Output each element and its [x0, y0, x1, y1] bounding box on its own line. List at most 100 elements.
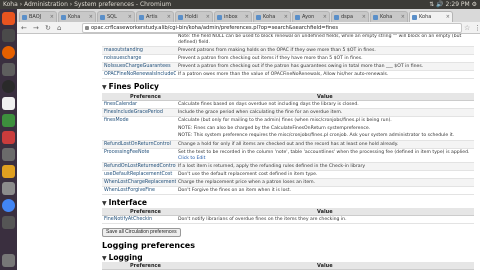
writer-icon[interactable] — [2, 97, 15, 110]
pref-value[interactable]: Don't use the default replacement cost d… — [178, 171, 472, 179]
column-header-value: Value — [317, 209, 333, 215]
tab-strip: BAOJ × Koha × SQL × Artis × Holdi × inbox × Ko… — [17, 9, 480, 22]
pref-value[interactable]: Calculate (but only for mailing to the a… — [178, 117, 472, 125]
files-icon[interactable] — [2, 29, 15, 42]
tab-active[interactable]: Koha × — [409, 11, 453, 22]
pref-value[interactable]: Prevent a patron from checking out items… — [178, 55, 472, 63]
tab-label: Holdi — [185, 14, 198, 20]
pref-row: FineNotifyAtCheckin Don't notify librari… — [102, 216, 474, 224]
pref-value[interactable]: Calculate fines based on days overdue no… — [178, 101, 472, 109]
tab-9[interactable]: Koha × — [370, 11, 408, 22]
obs-icon[interactable] — [2, 80, 15, 93]
pref-name: WhenLostChargeReplacementFee — [104, 180, 176, 185]
close-icon[interactable]: × — [362, 12, 366, 22]
pref-row: WhenLostForgiveFine Don't Forgive the fi… — [102, 187, 474, 195]
pref-row: WhenLostChargeReplacementFee Charge the … — [102, 179, 474, 187]
pref-row: NoIssuesChargeGuarantees Prevent a patro… — [102, 63, 474, 71]
tab-label: Artis — [146, 14, 158, 20]
ubuntu-dash-icon[interactable] — [2, 12, 15, 25]
logging-preferences-heading: Logging preferences — [102, 241, 195, 250]
firefox-icon[interactable] — [2, 46, 15, 59]
calc-icon[interactable] — [2, 114, 15, 127]
pref-name: finesCalendar — [104, 102, 138, 107]
collapse-arrow-icon[interactable]: ▼ — [102, 200, 107, 207]
tab-2[interactable]: SQL × — [97, 11, 135, 22]
tab-8[interactable]: dspa × — [331, 11, 369, 22]
reload-icon[interactable]: ↻ — [45, 23, 51, 33]
back-icon[interactable]: ← — [21, 23, 27, 33]
url-text: opac.crflcaseworkerstudy.alib/cgi-bin/ko… — [91, 25, 339, 31]
impress-icon[interactable] — [2, 131, 15, 144]
bookmark-star-icon[interactable]: ☆ — [464, 23, 470, 33]
pref-value[interactable]: If a lost item is returned, apply the re… — [178, 163, 472, 171]
pref-row: finesCalendar Calculate fines based on d… — [102, 101, 474, 109]
screenshot-icon[interactable] — [2, 216, 15, 229]
software-icon[interactable] — [2, 148, 15, 161]
tab-favicon-icon — [22, 15, 27, 20]
close-icon[interactable]: × — [206, 12, 210, 22]
pref-value[interactable]: Prevent a patron from checking out if th… — [178, 63, 472, 71]
pref-row: RefundOnLostReturnedControl If a lost it… — [102, 163, 474, 171]
collapse-arrow-icon[interactable]: ▼ — [102, 84, 107, 91]
chromium-icon[interactable] — [2, 199, 15, 212]
section-title: Interface — [108, 198, 147, 207]
url-input[interactable]: opac.crflcaseworkerstudy.alib/cgi-bin/ko… — [82, 23, 462, 33]
home-icon[interactable]: ⌂ — [57, 23, 61, 33]
click-to-edit-link[interactable]: Click to Edit — [178, 155, 472, 163]
pref-value[interactable]: Prevent patrons from making holds on the… — [178, 47, 472, 55]
close-icon[interactable]: × — [89, 12, 93, 22]
close-icon[interactable]: × — [446, 12, 450, 22]
settings-icon[interactable] — [2, 182, 15, 195]
pref-value[interactable]: If a patron owes more than the value of … — [178, 71, 472, 79]
pref-name: noissuescharge — [104, 56, 142, 61]
tab-3[interactable]: Artis × — [136, 11, 174, 22]
column-header-preference: Preference — [130, 209, 161, 215]
close-icon[interactable]: × — [323, 12, 327, 22]
close-icon[interactable]: × — [284, 12, 288, 22]
table-header: Preference Value — [102, 208, 474, 216]
pref-name: OPACFineNoRenewalsIncludeCredit — [104, 72, 176, 77]
tab-label: Koha — [419, 14, 432, 20]
trash-icon[interactable] — [2, 254, 15, 267]
section-heading-logging[interactable]: ▼ Logging — [102, 253, 143, 262]
pref-name: WhenLostForgiveFine — [104, 188, 155, 193]
close-icon[interactable]: × — [245, 12, 249, 22]
amazon-icon[interactable] — [2, 165, 15, 178]
close-icon[interactable]: × — [50, 12, 54, 22]
site-info-icon[interactable] — [85, 26, 89, 30]
close-icon[interactable]: × — [167, 12, 171, 22]
tab-favicon-icon — [295, 15, 300, 20]
menu-icon[interactable]: ⋮ — [474, 23, 480, 33]
pref-value[interactable]: Don't Forgive the fines on an item when … — [178, 187, 472, 195]
section-heading-fines[interactable]: ▼ Fines Policy — [102, 82, 159, 91]
save-circulation-preferences-button[interactable]: Save all Circulation preferences — [102, 228, 181, 237]
pref-name: FinesIncludeGracePeriod — [104, 110, 163, 115]
tab-4[interactable]: Holdi × — [175, 11, 213, 22]
window-title: Koha › Administration › System preferenc… — [3, 1, 172, 8]
pref-value[interactable]: Don't notify librarians of overdue fines… — [178, 216, 472, 224]
pref-value[interactable]: Include the grace period when calculatin… — [178, 109, 472, 117]
tab-label: Koha — [263, 14, 276, 20]
table-header: Preference Value — [102, 93, 474, 101]
close-icon[interactable]: × — [128, 12, 132, 22]
tab-0[interactable]: BAOJ × — [19, 11, 57, 22]
collapse-arrow-icon[interactable]: ▼ — [102, 255, 107, 262]
close-icon[interactable]: × — [401, 12, 405, 22]
pref-name: RefundOnLostReturnedControl — [104, 164, 176, 169]
section-heading-interface[interactable]: ▼ Interface — [102, 198, 147, 207]
pref-value[interactable]: Charge the replacement price when a patr… — [178, 179, 472, 187]
forward-icon[interactable]: → — [33, 23, 39, 33]
tab-5[interactable]: inbox × — [214, 11, 252, 22]
column-header-preference: Preference — [130, 263, 161, 269]
tab-label: Ayon — [302, 14, 315, 20]
tab-6[interactable]: Koha × — [253, 11, 291, 22]
tab-label: dspa — [341, 14, 354, 20]
terminal-icon[interactable] — [2, 63, 15, 76]
tab-1[interactable]: Koha × — [58, 11, 96, 22]
pref-value[interactable]: Change a hold for only if all items are … — [178, 141, 472, 149]
window-titlebar: Koha › Administration › System preferenc… — [0, 0, 480, 9]
column-header-value: Value — [317, 263, 333, 269]
tab-7[interactable]: Ayon × — [292, 11, 330, 22]
tab-label: Koha — [68, 14, 81, 20]
pref-name: useDefaultReplacementCost — [104, 172, 173, 177]
